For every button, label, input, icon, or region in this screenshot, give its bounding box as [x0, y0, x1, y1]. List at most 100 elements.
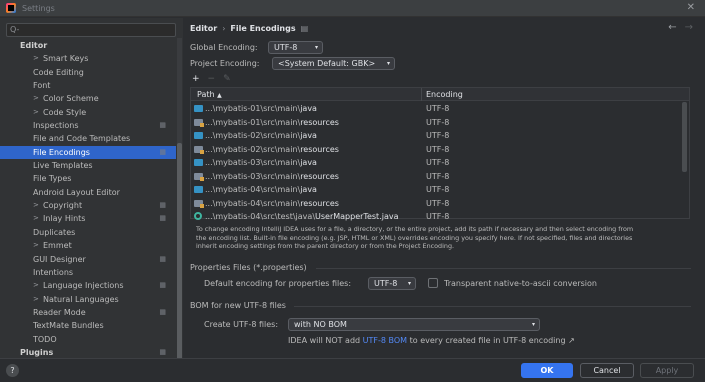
project-scope-icon: ▦ [159, 201, 166, 210]
table-row[interactable]: ...\mybatis-02\src\main\java UTF-8 [191, 129, 681, 143]
table-scrollbar-thumb[interactable] [682, 102, 687, 172]
table-row[interactable]: ...\mybatis-01\src\main\java UTF-8 [191, 102, 681, 116]
row-encoding[interactable]: UTF-8 [426, 102, 449, 116]
sidebar-item[interactable]: > Emmet [0, 239, 176, 252]
sidebar-item[interactable]: Intentions [0, 266, 176, 279]
sidebar-item[interactable]: TODO [0, 333, 176, 346]
sidebar-item[interactable]: TextMate Bundles [0, 319, 176, 332]
global-encoding-combo[interactable]: UTF-8 ▾ [268, 41, 323, 54]
edit-icon[interactable]: ✎ [223, 74, 231, 84]
sidebar-item[interactable]: File Encodings ▦ [0, 145, 176, 160]
column-separator[interactable] [421, 88, 422, 101]
project-encoding-combo[interactable]: <System Default: GBK> ▾ [272, 57, 395, 70]
sidebar-item[interactable]: File and Code Templates [0, 132, 176, 145]
resources-folder-icon [194, 199, 204, 208]
close-icon[interactable]: ✕ [687, 2, 695, 13]
row-encoding[interactable]: UTF-8 [426, 170, 449, 184]
table-row[interactable]: ...\mybatis-04\src\main\java UTF-8 [191, 183, 681, 197]
sidebar-item[interactable]: Live Templates [0, 159, 176, 172]
table-row[interactable]: ...\mybatis-04\src\test\java\UserMapperT… [191, 210, 681, 224]
chevron-right-icon[interactable]: > [33, 52, 39, 65]
help-icon[interactable]: ? [6, 364, 19, 377]
row-encoding[interactable]: UTF-8 [426, 129, 449, 143]
row-encoding[interactable]: UTF-8 [426, 143, 449, 157]
transparent-conversion-label[interactable]: Transparent native-to-ascii conversion [444, 279, 597, 288]
properties-section-title: Properties Files (*.properties) [190, 263, 307, 272]
sidebar-item-label: Emmet [43, 241, 72, 251]
sidebar-item-label: Editor [20, 41, 48, 50]
column-header-encoding[interactable]: Encoding [426, 88, 463, 101]
table-row[interactable]: ...\mybatis-04\src\main\resources UTF-8 [191, 197, 681, 211]
row-path: ...\mybatis-02\src\main\resources [205, 144, 339, 154]
utf8-bom-link[interactable]: UTF-8 BOM [363, 336, 407, 345]
back-arrow-icon[interactable]: ← [668, 22, 676, 33]
project-scope-icon: ▦ [159, 121, 166, 130]
row-encoding[interactable]: UTF-8 [426, 210, 449, 224]
project-scope-icon: ▦ [159, 254, 166, 263]
sidebar-item[interactable]: > Color Scheme [0, 92, 176, 105]
sidebar-item[interactable]: Duplicates [0, 226, 176, 239]
project-encoding-value: <System Default: GBK> [278, 59, 376, 68]
chevron-right-icon[interactable]: > [33, 279, 39, 292]
row-path: ...\mybatis-03\src\main\resources [205, 171, 339, 181]
chevron-right-icon[interactable]: > [33, 106, 39, 119]
add-icon[interactable]: + [192, 74, 200, 84]
sidebar-item-label: Reader Mode [33, 307, 86, 317]
chevron-right-icon[interactable]: > [33, 212, 39, 225]
sidebar-item-label: File Types [33, 174, 72, 184]
sidebar-item[interactable]: Inspections ▦ [0, 119, 176, 132]
sidebar-item[interactable]: > Natural Languages [0, 293, 176, 306]
row-path: ...\mybatis-02\src\main\java [205, 131, 317, 140]
settings-search-input[interactable]: Q- [6, 23, 176, 37]
sidebar-item[interactable]: Code Editing [0, 66, 176, 79]
settings-tree: Editor > Smart Keys Code Editing Font > Color … [0, 39, 176, 359]
row-encoding[interactable]: UTF-8 [426, 116, 449, 130]
sidebar-item[interactable]: > Copyright ▦ [0, 199, 176, 212]
sidebar-item[interactable]: Reader Mode ▦ [0, 306, 176, 319]
cancel-button[interactable]: Cancel [580, 363, 634, 378]
chevron-right-icon[interactable]: > [33, 199, 39, 212]
sidebar-item[interactable]: > Language Injections ▦ [0, 279, 176, 292]
bom-combo[interactable]: with NO BOM ▾ [288, 318, 540, 331]
row-encoding[interactable]: UTF-8 [426, 183, 449, 197]
sidebar-item[interactable]: > Code Style [0, 106, 176, 119]
table-row[interactable]: ...\mybatis-02\src\main\resources UTF-8 [191, 143, 681, 157]
sidebar-item[interactable]: GUI Designer ▦ [0, 253, 176, 266]
transparent-conversion-checkbox[interactable] [428, 278, 438, 288]
row-encoding[interactable]: UTF-8 [426, 156, 449, 170]
dialog-footer: ? OK Cancel Apply [0, 358, 705, 382]
chevron-right-icon[interactable]: > [33, 92, 39, 105]
sidebar-item[interactable]: Font [0, 79, 176, 92]
table-row[interactable]: ...\mybatis-03\src\main\resources UTF-8 [191, 170, 681, 184]
sidebar-item[interactable]: File Types [0, 172, 176, 185]
table-header: Path ▲ Encoding [191, 88, 689, 101]
sidebar-item-label: TextMate Bundles [33, 321, 104, 331]
section-divider [294, 306, 691, 307]
forward-arrow-icon[interactable]: → [685, 22, 693, 33]
intellij-app-icon [6, 3, 16, 13]
sidebar-scrollbar-thumb[interactable] [177, 143, 182, 368]
sidebar-item-label: Plugins [20, 347, 54, 357]
ok-button[interactable]: OK [521, 363, 573, 378]
breadcrumb: Editor › File Encodings ▤ [190, 24, 308, 33]
project-scope-icon: ▦ [159, 147, 166, 156]
window-titlebar: Settings ✕ [0, 0, 705, 17]
sidebar-item[interactable]: Android Layout Editor [0, 186, 176, 199]
chevron-right-icon[interactable]: > [33, 293, 39, 306]
sidebar-item[interactable]: > Inlay Hints ▦ [0, 212, 176, 225]
create-utf8-label: Create UTF-8 files: [204, 320, 279, 329]
table-row[interactable]: ...\mybatis-01\src\main\resources UTF-8 [191, 116, 681, 130]
remove-icon[interactable]: − [208, 74, 216, 84]
sidebar-item-label: Live Templates [33, 161, 93, 171]
properties-encoding-combo[interactable]: UTF-8 ▾ [368, 277, 416, 290]
row-encoding[interactable]: UTF-8 [426, 197, 449, 211]
breadcrumb-root[interactable]: Editor [190, 24, 217, 33]
apply-button[interactable]: Apply [640, 363, 694, 378]
table-toolbar: + − ✎ [192, 74, 239, 86]
table-row[interactable]: ...\mybatis-03\src\main\java UTF-8 [191, 156, 681, 170]
column-header-path[interactable]: Path ▲ [197, 88, 222, 101]
chevron-right-icon[interactable]: > [33, 239, 39, 252]
source-folder-icon [194, 132, 203, 139]
sidebar-item[interactable]: Editor [0, 39, 176, 52]
sidebar-item[interactable]: > Smart Keys [0, 52, 176, 65]
